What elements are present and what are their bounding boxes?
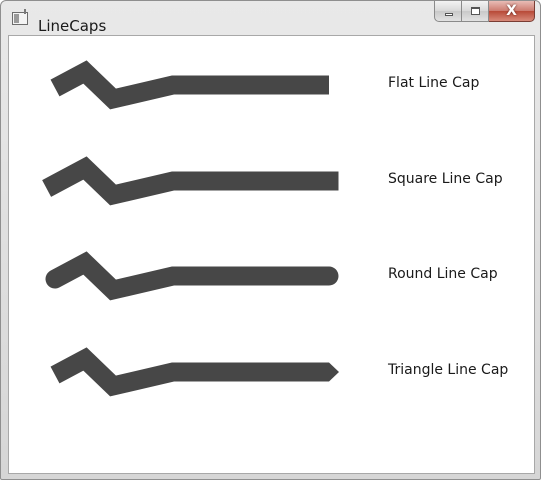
round-cap-label: Round Line Cap xyxy=(388,266,498,282)
title-bar[interactable]: LineCaps X xyxy=(1,1,540,35)
maximize-button[interactable] xyxy=(462,1,489,22)
app-window: LineCaps X Flat Line Cap Square Line Cap xyxy=(0,0,541,480)
triangle-cap-line xyxy=(50,347,329,397)
flat-cap-polyline xyxy=(50,60,329,110)
window-app-icon[interactable] xyxy=(12,9,28,25)
close-icon: X xyxy=(506,3,517,19)
window-controls: X xyxy=(434,1,535,22)
square-cap-label: Square Line Cap xyxy=(388,171,503,187)
flat-cap-line xyxy=(50,60,329,110)
client-area: Flat Line Cap Square Line Cap Round Line… xyxy=(8,35,535,474)
square-cap-polyline xyxy=(42,156,339,206)
round-cap-polyline xyxy=(45,251,339,301)
demo-row-flat: Flat Line Cap xyxy=(9,56,534,116)
triangle-cap-polyline xyxy=(50,347,339,397)
minimize-button[interactable] xyxy=(434,1,462,22)
window-title: LineCaps xyxy=(38,17,107,35)
triangle-cap-tip xyxy=(329,362,339,382)
triangle-cap-label: Triangle Line Cap xyxy=(388,362,509,378)
minimize-icon xyxy=(445,13,453,16)
maximize-icon xyxy=(471,7,480,15)
square-cap-line xyxy=(42,156,339,206)
demo-row-square: Square Line Cap xyxy=(9,152,534,212)
round-cap-line xyxy=(45,251,339,301)
demo-row-round: Round Line Cap xyxy=(9,247,534,307)
demo-row-triangle: Triangle Line Cap xyxy=(9,343,534,403)
flat-cap-label: Flat Line Cap xyxy=(388,75,480,91)
close-button[interactable]: X xyxy=(489,1,535,22)
